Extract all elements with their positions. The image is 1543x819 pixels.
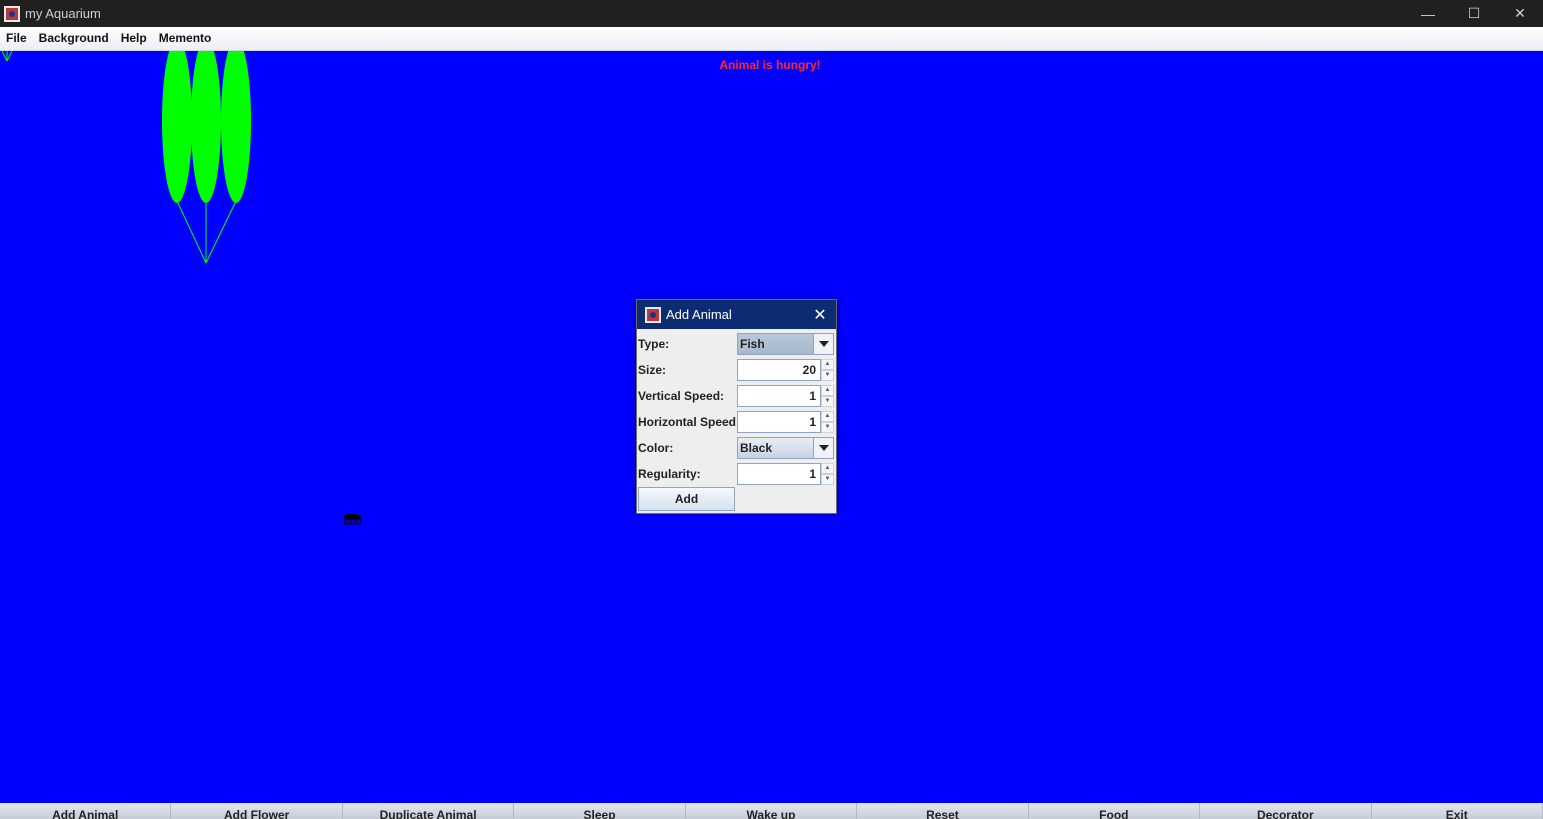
vertical-speed-row: Vertical Speed: 1 ▲ ▼ <box>637 383 836 409</box>
regularity-row: Regularity: 1 ▲ ▼ <box>637 461 836 487</box>
sleep-button[interactable]: Sleep <box>514 803 686 819</box>
spinner-up-icon[interactable]: ▲ <box>821 411 834 422</box>
jellyfish-icon[interactable] <box>340 513 364 527</box>
menubar: File Background Help Memento <box>0 27 1543 51</box>
dialog-titlebar[interactable]: Add Animal ✕ <box>637 300 836 329</box>
color-label: Color: <box>638 441 674 455</box>
bottom-toolbar: Add Animal Add Flower Duplicate Animal S… <box>0 803 1543 819</box>
type-value: Fish <box>740 337 765 351</box>
hungry-status-message: Animal is hungry! <box>719 58 821 72</box>
spinner-down-icon[interactable]: ▼ <box>821 396 834 407</box>
java-app-icon <box>4 5 20 22</box>
plant-icon <box>162 51 251 264</box>
regularity-spinner[interactable]: 1 ▲ ▼ <box>737 463 834 485</box>
decorator-button[interactable]: Decorator <box>1200 803 1372 819</box>
wake-up-button[interactable]: Wake up <box>685 803 858 819</box>
add-flower-button[interactable]: Add Flower <box>171 803 343 819</box>
type-label: Type: <box>638 337 670 351</box>
window-title: my Aquarium <box>25 6 101 21</box>
reset-button[interactable]: Reset <box>857 803 1029 819</box>
spinner-up-icon[interactable]: ▲ <box>821 359 834 370</box>
spinner-down-icon[interactable]: ▼ <box>821 474 834 485</box>
duplicate-animal-button[interactable]: Duplicate Animal <box>342 803 515 819</box>
vertical-speed-label: Vertical Speed: <box>638 389 725 403</box>
dialog-close-icon[interactable]: ✕ <box>812 305 828 325</box>
add-animal-button[interactable]: Add Animal <box>0 803 172 819</box>
menu-background[interactable]: Background <box>33 27 115 50</box>
horizontal-speed-spinner[interactable]: 1 ▲ ▼ <box>737 411 834 433</box>
size-row: Size: 20 ▲ ▼ <box>637 357 836 383</box>
window-titlebar: my Aquarium — ☐ ✕ <box>0 0 1543 27</box>
java-app-icon <box>645 306 661 323</box>
color-select[interactable]: Black <box>737 437 834 459</box>
add-button[interactable]: Add <box>638 487 735 511</box>
color-value: Black <box>740 441 773 455</box>
vertical-speed-spinner[interactable]: 1 ▲ ▼ <box>737 385 834 407</box>
vertical-speed-input[interactable]: 1 <box>737 385 821 407</box>
horizontal-speed-label: Horizontal Speed: <box>638 415 741 429</box>
spinner-down-icon[interactable]: ▼ <box>821 370 834 381</box>
menu-help[interactable]: Help <box>115 27 153 50</box>
color-row: Color: Black <box>637 435 836 461</box>
close-button[interactable]: ✕ <box>1497 0 1543 27</box>
corner-plant-icon <box>1 51 13 62</box>
dialog-title: Add Animal <box>666 307 732 322</box>
minimize-button[interactable]: — <box>1405 0 1451 27</box>
food-button[interactable]: Food <box>1028 803 1201 819</box>
spinner-up-icon[interactable]: ▲ <box>821 463 834 474</box>
exit-button[interactable]: Exit <box>1371 803 1543 819</box>
type-select[interactable]: Fish <box>737 333 834 355</box>
horizontal-speed-row: Horizontal Speed: 1 ▲ ▼ <box>637 409 836 435</box>
regularity-input[interactable]: 1 <box>737 463 821 485</box>
regularity-label: Regularity: <box>638 467 701 481</box>
size-spinner[interactable]: 20 ▲ ▼ <box>737 359 834 381</box>
spinner-up-icon[interactable]: ▲ <box>821 385 834 396</box>
menu-file[interactable]: File <box>0 27 33 50</box>
chevron-down-icon[interactable] <box>813 438 833 458</box>
size-input[interactable]: 20 <box>737 359 821 381</box>
spinner-down-icon[interactable]: ▼ <box>821 422 834 433</box>
size-label: Size: <box>638 363 667 377</box>
menu-memento[interactable]: Memento <box>153 27 218 50</box>
add-animal-dialog: Add Animal ✕ Type: Fish Size: 20 ▲ ▼ Ver… <box>636 299 837 514</box>
horizontal-speed-input[interactable]: 1 <box>737 411 821 433</box>
maximize-button[interactable]: ☐ <box>1451 0 1497 27</box>
type-row: Type: Fish <box>637 331 836 357</box>
chevron-down-icon[interactable] <box>813 334 833 354</box>
